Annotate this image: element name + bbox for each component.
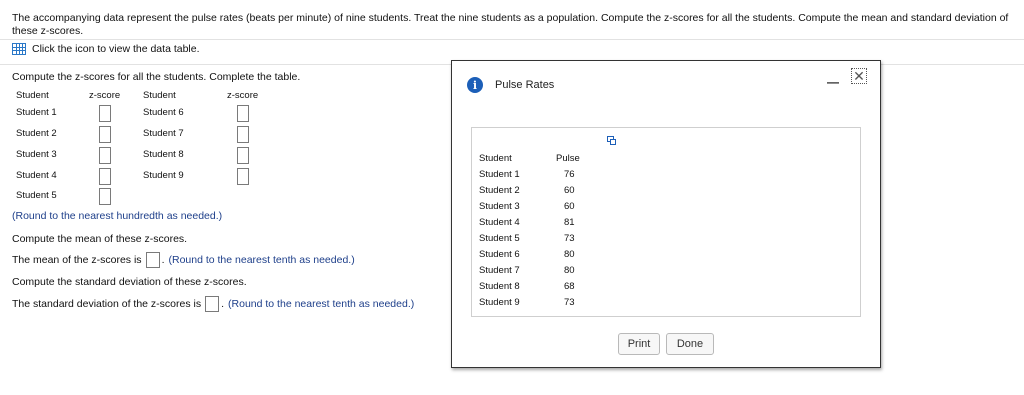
z-score-input-student-7[interactable] xyxy=(237,126,249,143)
z-score-input-student-8[interactable] xyxy=(237,147,249,164)
table-cell-pulse: 73 xyxy=(564,297,575,308)
round-note: (Round to the nearest tenth as needed.) xyxy=(228,298,415,310)
part-c-instruction: Compute the standard deviation of these … xyxy=(12,276,247,288)
minimize-icon[interactable]: — xyxy=(827,75,839,89)
table-cell-student: Student 1 xyxy=(479,169,520,180)
column-header: Student xyxy=(16,90,49,101)
row-label: Student 1 xyxy=(16,107,57,118)
row-label: Student 3 xyxy=(16,149,57,160)
table-cell-student: Student 7 xyxy=(479,265,520,276)
std-input[interactable] xyxy=(205,296,220,312)
divider xyxy=(0,39,1024,40)
table-cell-pulse: 76 xyxy=(564,169,575,180)
table-cell-student: Student 4 xyxy=(479,217,520,228)
z-score-input-student-6[interactable] xyxy=(237,105,249,122)
print-button[interactable]: Print xyxy=(618,333,660,355)
part-b-instruction: Compute the mean of these z-scores. xyxy=(12,233,188,245)
table-cell-pulse: 80 xyxy=(564,249,575,260)
column-header: Student xyxy=(143,90,176,101)
pulse-rates-dialog: i Pulse Rates — ✕ Student Pulse Student … xyxy=(451,60,881,368)
table-cell-pulse: 68 xyxy=(564,281,575,292)
table-cell-student: Student 5 xyxy=(479,233,520,244)
table-cell-pulse: 60 xyxy=(564,201,575,212)
z-score-input-student-3[interactable] xyxy=(99,147,111,164)
mean-sentence: The mean of the z-scores is . (Round to … xyxy=(12,252,355,268)
table-cell-pulse: 81 xyxy=(564,217,575,228)
round-note: (Round to the nearest tenth as needed.) xyxy=(168,254,355,266)
table-cell-pulse: 80 xyxy=(564,265,575,276)
part-a-instruction: Compute the z-scores for all the student… xyxy=(12,71,301,83)
table-header-student: Student xyxy=(479,153,512,164)
table-cell-pulse: 73 xyxy=(564,233,575,244)
mean-input[interactable] xyxy=(145,252,160,268)
table-header-pulse: Pulse xyxy=(556,153,580,164)
table-cell-student: Student 3 xyxy=(479,201,520,212)
row-label: Student 2 xyxy=(16,128,57,139)
z-score-input-student-9[interactable] xyxy=(237,168,249,185)
z-score-input-student-5[interactable] xyxy=(99,188,111,205)
view-data-text: Click the icon to view the data table. xyxy=(32,43,200,55)
row-label: Student 4 xyxy=(16,170,57,181)
table-cell-student: Student 2 xyxy=(479,185,520,196)
done-button[interactable]: Done xyxy=(666,333,714,355)
row-label: Student 7 xyxy=(143,128,184,139)
z-score-input-student-4[interactable] xyxy=(99,168,111,185)
table-cell-student: Student 8 xyxy=(479,281,520,292)
row-label: Student 6 xyxy=(143,107,184,118)
row-label: Student 8 xyxy=(143,149,184,160)
mean-label: The mean of the z-scores is xyxy=(12,254,142,266)
z-score-input-student-2[interactable] xyxy=(99,126,111,143)
info-icon: i xyxy=(467,77,483,93)
z-score-input-student-1[interactable] xyxy=(99,105,111,122)
column-header: z-score xyxy=(89,90,121,101)
copy-icon[interactable] xyxy=(607,136,617,146)
table-cell-pulse: 60 xyxy=(564,185,575,196)
data-table-panel: Student Pulse Student 1 76 Student 2 60 … xyxy=(471,127,861,317)
question-prompt: The accompanying data represent the puls… xyxy=(12,12,1009,37)
row-label: Student 5 xyxy=(16,190,57,201)
view-data-link[interactable]: Click the icon to view the data table. xyxy=(12,43,200,55)
std-label: The standard deviation of the z-scores i… xyxy=(12,298,202,310)
std-sentence: The standard deviation of the z-scores i… xyxy=(12,296,415,312)
table-cell-student: Student 9 xyxy=(479,297,520,308)
table-cell-student: Student 6 xyxy=(479,249,520,260)
data-table-icon[interactable] xyxy=(12,43,26,55)
column-header: z-score xyxy=(227,90,259,101)
close-icon[interactable]: ✕ xyxy=(851,68,867,84)
round-note: (Round to the nearest hundredth as neede… xyxy=(12,210,223,222)
dialog-title: Pulse Rates xyxy=(495,79,555,91)
row-label: Student 9 xyxy=(143,170,184,181)
